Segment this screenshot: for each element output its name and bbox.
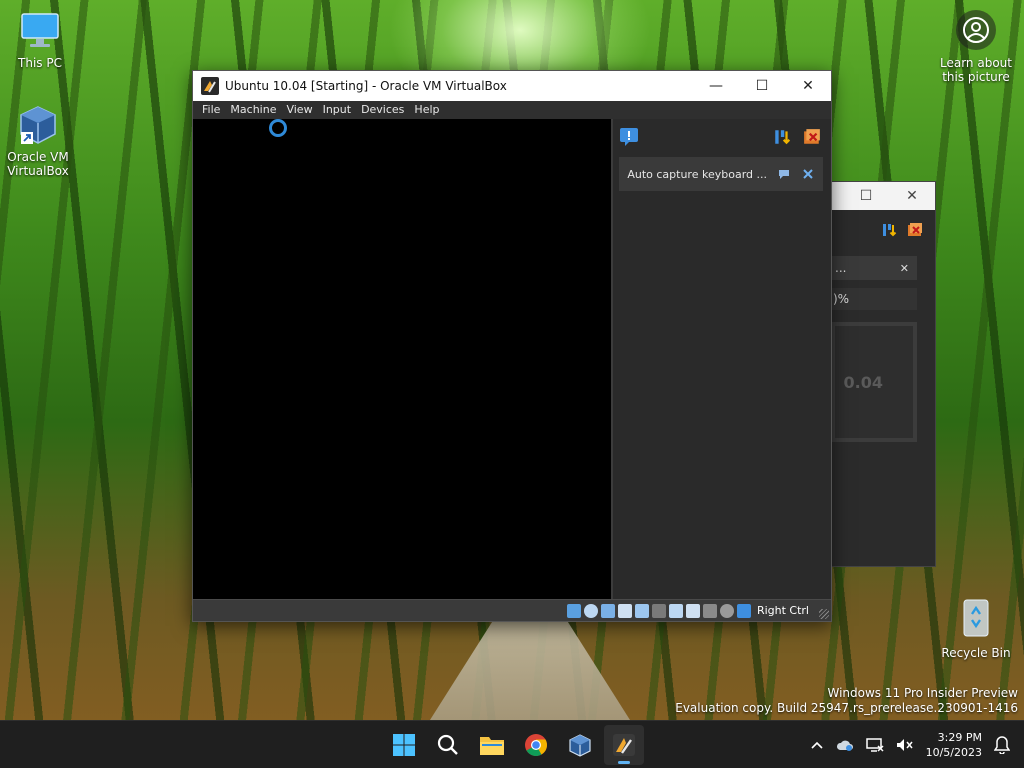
loading-spinner-icon: [269, 119, 287, 137]
menu-machine[interactable]: Machine: [225, 101, 281, 119]
close-icon[interactable]: ✕: [889, 182, 935, 210]
close-all-notifications-icon[interactable]: [803, 128, 821, 146]
resize-grip-icon[interactable]: [819, 609, 829, 619]
desktop-icon-recycle-bin[interactable]: Recycle Bin: [938, 596, 1014, 660]
window-title: Ubuntu 10.04 [Starting] - Oracle VM Virt…: [225, 79, 507, 93]
optical-drive-icon[interactable]: [583, 603, 598, 618]
vm-body: Auto capture keyboard ...: [193, 119, 831, 599]
menu-view[interactable]: View: [281, 101, 317, 119]
virtualbox-vm-icon: [613, 734, 635, 756]
desktop-icon-label: This PC: [18, 56, 62, 70]
notification-toggle-icon[interactable]: [619, 127, 639, 147]
folder-icon: [480, 737, 504, 755]
menu-devices[interactable]: Devices: [356, 101, 409, 119]
hard-disk-icon[interactable]: [566, 603, 581, 618]
menu-input[interactable]: Input: [318, 101, 356, 119]
minimize-icon[interactable]: —: [693, 71, 739, 101]
evaluation-watermark: Windows 11 Pro Insider Preview Evaluatio…: [675, 686, 1018, 716]
maximize-icon[interactable]: ☐: [739, 71, 785, 101]
virtualbox-cube-icon: [17, 104, 59, 146]
display-icon[interactable]: [668, 603, 683, 618]
close-icon[interactable]: ✕: [900, 262, 909, 275]
close-all-notifications-icon[interactable]: [907, 222, 923, 238]
vm-window[interactable]: Ubuntu 10.04 [Starting] - Oracle VM Virt…: [192, 70, 832, 622]
taskbar-apps: [384, 725, 644, 765]
network-icon[interactable]: [617, 603, 632, 618]
learn-about-picture-label: Learn about this picture: [940, 56, 1012, 84]
maximize-icon[interactable]: ☐: [843, 182, 889, 210]
audio-icon[interactable]: [600, 603, 615, 618]
status-bar: Right Ctrl: [193, 599, 831, 621]
close-icon[interactable]: [801, 167, 815, 181]
background-progress-text: )%: [833, 292, 850, 306]
desktop-icon-label: Oracle VM VirtualBox: [7, 150, 69, 178]
host-key-label: Right Ctrl: [756, 604, 809, 617]
notification-item: Auto capture keyboard ...: [619, 157, 823, 191]
background-notification: ... ✕: [831, 256, 917, 280]
background-progress: )%: [831, 288, 917, 310]
camera-person-icon: [956, 10, 996, 50]
watermark-line-2: Evaluation copy. Build 25947.rs_prerelea…: [675, 701, 1018, 715]
search-icon: [437, 734, 458, 755]
keyboard-capture-icon[interactable]: [736, 603, 751, 618]
mouse-integration-icon[interactable]: [719, 603, 734, 618]
monitor-icon: [19, 10, 61, 52]
system-tray: 3:29 PM 10/5/2023: [810, 725, 1010, 765]
menu-bar: File Machine View Input Devices Help: [193, 101, 831, 119]
chevron-up-icon[interactable]: [810, 738, 824, 752]
onedrive-cloud-icon[interactable]: [836, 737, 854, 753]
volume-muted-icon[interactable]: [896, 737, 914, 753]
search-button[interactable]: [428, 725, 468, 765]
clock-date: 10/5/2023: [925, 746, 982, 759]
vm-window-titlebar[interactable]: Ubuntu 10.04 [Starting] - Oracle VM Virt…: [193, 71, 831, 101]
virtualbox-manager-button[interactable]: [560, 725, 600, 765]
chrome-button[interactable]: [516, 725, 556, 765]
video-capture-icon[interactable]: [685, 603, 700, 618]
notification-text: Auto capture keyboard ...: [627, 167, 767, 181]
vm-preview: 0.04: [831, 322, 917, 442]
virtualbox-cube-icon: [569, 734, 591, 757]
reply-icon[interactable]: [777, 167, 791, 181]
recycle-bin-icon: [956, 596, 996, 640]
vm-display[interactable]: [193, 119, 612, 599]
close-icon[interactable]: ✕: [785, 71, 831, 101]
start-button[interactable]: [384, 725, 424, 765]
network-icon[interactable]: [865, 737, 884, 753]
virtualbox-vm-button[interactable]: [604, 725, 644, 765]
desktop-icon-this-pc[interactable]: This PC: [2, 10, 78, 70]
clock-time: 3:29 PM: [937, 731, 982, 744]
desktop-icon-label: Recycle Bin: [941, 646, 1011, 660]
menu-file[interactable]: File: [197, 101, 225, 119]
taskbar: 3:29 PM 10/5/2023: [0, 720, 1024, 768]
watermark-line-1: Windows 11 Pro Insider Preview: [827, 686, 1018, 700]
menu-help[interactable]: Help: [409, 101, 444, 119]
windows-logo-icon: [393, 734, 415, 756]
notification-bell-icon[interactable]: [994, 736, 1010, 754]
notification-center: Auto capture keyboard ...: [611, 119, 831, 599]
background-notification-text: ...: [835, 261, 847, 275]
learn-about-picture[interactable]: Learn about this picture: [934, 10, 1018, 84]
desktop-icon-virtualbox[interactable]: Oracle VM VirtualBox: [0, 104, 76, 178]
usb-icon[interactable]: [634, 603, 649, 618]
cpu-icon[interactable]: [702, 603, 717, 618]
shared-folders-icon[interactable]: [651, 603, 666, 618]
notification-center-toolbar: [613, 119, 831, 155]
chrome-icon: [525, 734, 547, 756]
vm-preview-text: 0.04: [843, 372, 883, 392]
sort-icon[interactable]: [773, 128, 791, 146]
file-explorer-button[interactable]: [472, 725, 512, 765]
clock[interactable]: 3:29 PM 10/5/2023: [926, 730, 982, 760]
virtualbox-vm-icon: [201, 77, 219, 95]
sort-icon[interactable]: [881, 222, 897, 238]
